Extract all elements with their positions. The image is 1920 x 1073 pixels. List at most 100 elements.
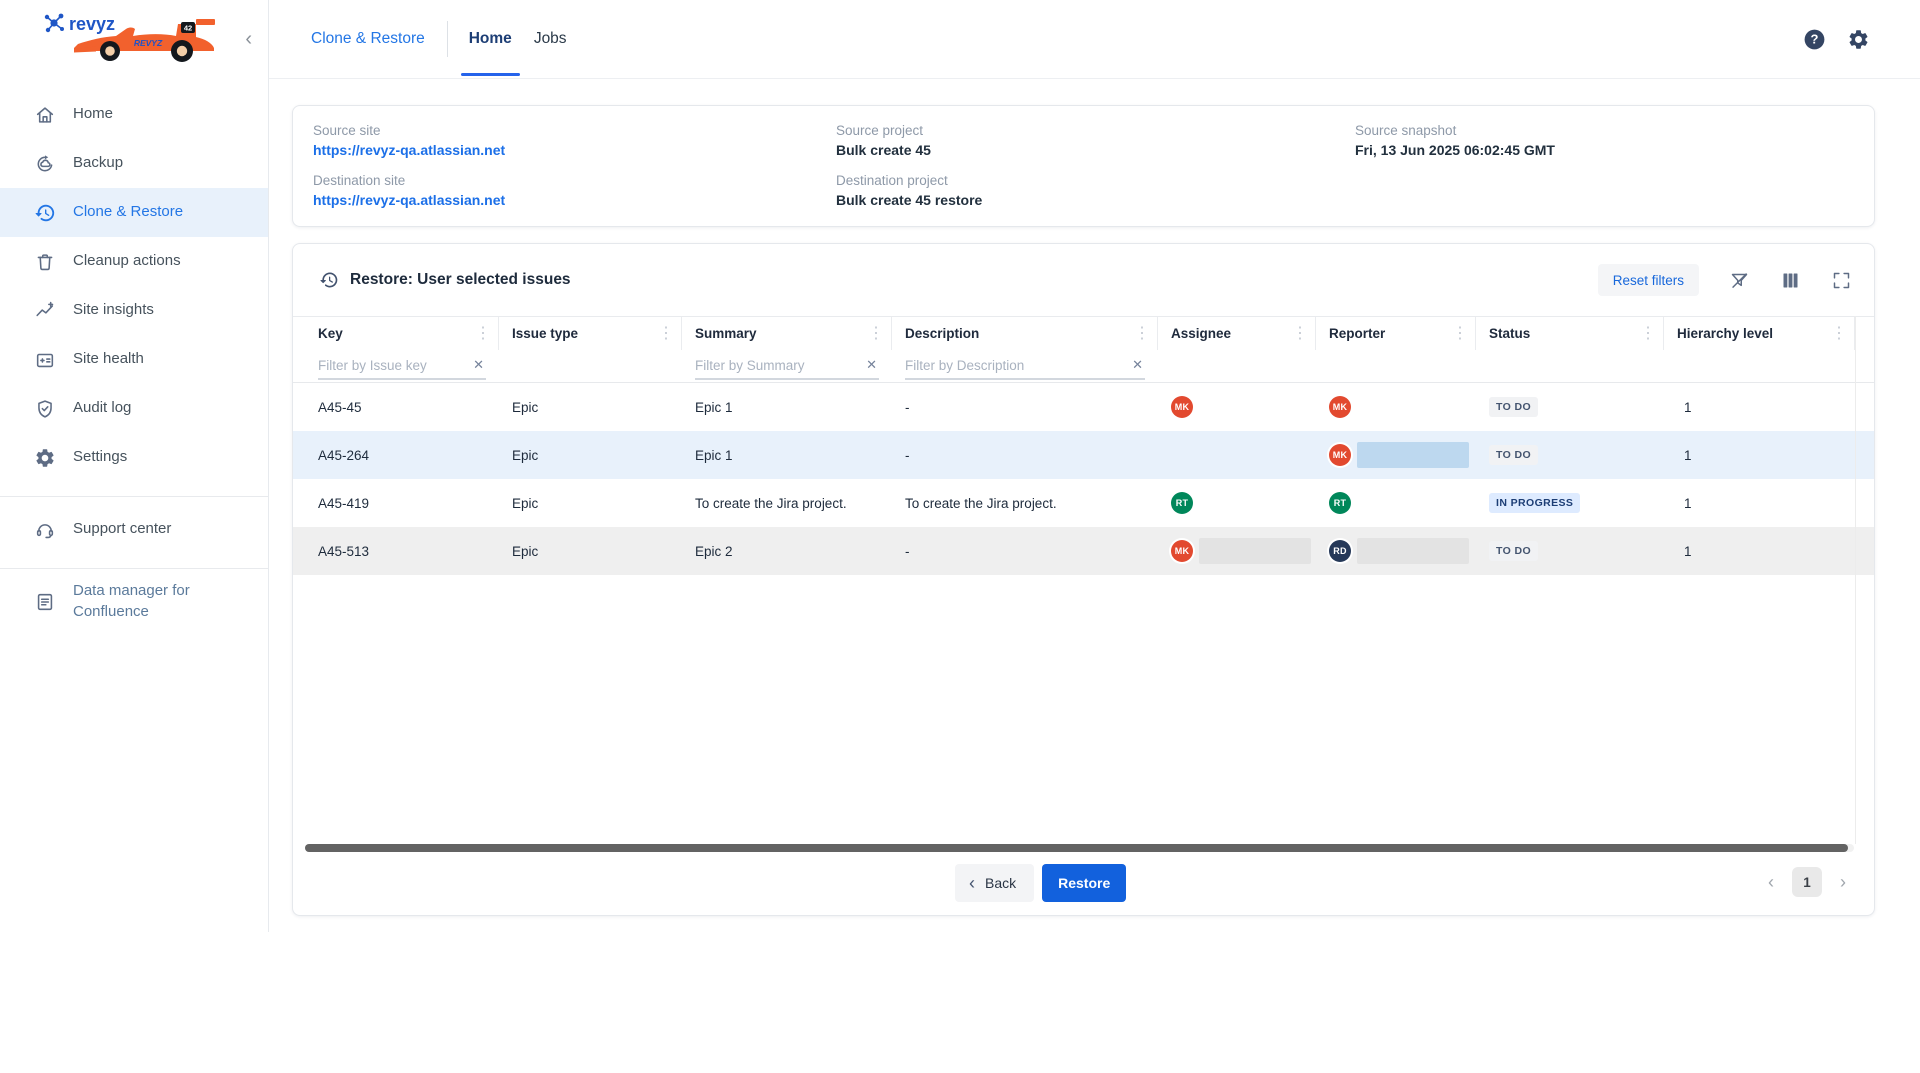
- field-label: Source site: [313, 123, 505, 138]
- page-number[interactable]: 1: [1792, 867, 1822, 897]
- table-card-header: Restore: User selected issues Reset filt…: [293, 244, 1874, 316]
- column-header-summary[interactable]: Summary ⋮: [682, 317, 892, 350]
- tab-jobs[interactable]: Jobs: [523, 0, 578, 78]
- column-header-description[interactable]: Description ⋮: [892, 317, 1158, 350]
- sidebar-item-label: Site health: [73, 349, 144, 369]
- filter-off-icon[interactable]: [1729, 270, 1750, 291]
- column-menu-icon[interactable]: ⋮: [865, 326, 887, 342]
- sidebar-item-site-health[interactable]: Site health: [0, 335, 268, 384]
- molecule-icon: [45, 14, 64, 33]
- cell-reporter: MK: [1316, 396, 1476, 418]
- column-menu-icon[interactable]: ⋮: [1131, 326, 1153, 342]
- cell-reporter: RT: [1316, 492, 1476, 514]
- sidebar-item-support-center[interactable]: Support center: [0, 505, 268, 554]
- gear-icon[interactable]: [1847, 28, 1870, 51]
- column-header-status[interactable]: Status⋮: [1476, 317, 1664, 350]
- table-row[interactable]: A45-264EpicEpic 1-MKTO DO1: [293, 431, 1874, 479]
- table-row[interactable]: A45-513EpicEpic 2-MKRDTO DO1: [293, 527, 1874, 575]
- history-icon: [319, 270, 339, 290]
- topbar: Clone & Restore HomeJobs ?: [270, 0, 1920, 78]
- cell-key: A45-264: [305, 448, 499, 463]
- column-label: Issue type: [512, 326, 578, 341]
- column-label: Summary: [695, 326, 757, 341]
- cell-summary: Epic 1: [682, 448, 892, 463]
- sidebar-item-audit-log[interactable]: Audit log: [0, 384, 268, 433]
- field-label: Source snapshot: [1355, 123, 1555, 138]
- help-circle-icon[interactable]: ?: [1802, 27, 1827, 52]
- table-row[interactable]: A45-419EpicTo create the Jira project.To…: [293, 479, 1874, 527]
- filter-input-description[interactable]: [905, 358, 1130, 373]
- sidebar-item-label: Cleanup actions: [73, 251, 181, 271]
- prev-page-icon[interactable]: ‹: [1768, 873, 1774, 891]
- column-menu-icon[interactable]: ⋮: [1449, 326, 1471, 342]
- cell-description: -: [892, 400, 1158, 415]
- table-header-row: Key⋮Issue type⋮Summary⋮Description⋮Assig…: [293, 316, 1874, 350]
- filter-input-key[interactable]: [318, 358, 471, 373]
- column-header-key[interactable]: Key ⋮: [305, 317, 499, 350]
- column-header-assignee[interactable]: Assignee⋮: [1158, 317, 1316, 350]
- column-menu-icon[interactable]: ⋮: [1637, 326, 1659, 342]
- back-button-label: Back: [985, 875, 1016, 891]
- backup-icon: [34, 153, 56, 175]
- snapshot-info-panel: Source site https://revyz-qa.atlassian.ne…: [292, 105, 1875, 227]
- status-badge: IN PROGRESS: [1489, 493, 1580, 513]
- restore-table-card: Restore: User selected issues Reset filt…: [292, 243, 1875, 916]
- sidebar-item-backup[interactable]: Backup: [0, 139, 268, 188]
- hierarchy-value: 1: [1677, 400, 1692, 415]
- home-icon: [34, 104, 56, 126]
- hierarchy-value: 1: [1677, 496, 1692, 511]
- revyz-logo[interactable]: revyz 42 REVYZ: [42, 10, 238, 70]
- filter-cell-summary: ✕: [682, 353, 892, 380]
- filter-cell-key: ✕: [305, 353, 499, 380]
- column-label: Key: [318, 326, 343, 341]
- table-row[interactable]: A45-45EpicEpic 1-MKMKTO DO1: [293, 383, 1874, 431]
- document-icon: [34, 591, 56, 613]
- clear-filter-icon[interactable]: ✕: [1130, 357, 1145, 373]
- tab-home[interactable]: Home: [458, 0, 523, 78]
- sidebar-item-data-manager-for-confluence[interactable]: Data manager for Confluence: [0, 577, 268, 626]
- avatar-mk: MK: [1329, 444, 1351, 466]
- sidebar: revyz 42 REVYZ ‹ HomeBackupClone & Resto…: [0, 0, 269, 932]
- column-label: Description: [905, 326, 979, 341]
- reset-filters-button[interactable]: Reset filters: [1598, 264, 1699, 296]
- table-title: Restore: User selected issues: [350, 271, 571, 289]
- field-value-link[interactable]: https://revyz-qa.atlassian.net: [313, 142, 505, 158]
- column-menu-icon[interactable]: ⋮: [1289, 326, 1311, 342]
- next-page-icon[interactable]: ›: [1840, 873, 1846, 891]
- back-button[interactable]: ‹ Back: [955, 864, 1034, 902]
- clear-filter-icon[interactable]: ✕: [471, 357, 486, 373]
- filter-input-summary[interactable]: [695, 358, 864, 373]
- cell-key: A45-45: [305, 400, 499, 415]
- sidebar-item-settings[interactable]: Settings: [0, 433, 268, 482]
- column-menu-icon[interactable]: ⋮: [655, 326, 677, 342]
- field-value-link[interactable]: https://revyz-qa.atlassian.net: [313, 192, 505, 208]
- info-column: Source snapshot Fri, 13 Jun 2025 06:02:45…: [1355, 123, 1555, 173]
- sidebar-item-clone-restore[interactable]: Clone & Restore: [0, 188, 268, 237]
- sidebar-item-site-insights[interactable]: Site insights: [0, 286, 268, 335]
- clear-filter-icon[interactable]: ✕: [864, 357, 879, 373]
- filter-box-description: ✕: [905, 353, 1145, 380]
- sidebar-item-label: Support center: [73, 519, 171, 539]
- table-footer: ‹ Back Restore ‹ 1 ›: [293, 849, 1874, 915]
- field-value: Fri, 13 Jun 2025 06:02:45 GMT: [1355, 142, 1555, 158]
- settings-icon: [34, 447, 56, 469]
- columns-icon[interactable]: [1780, 270, 1801, 291]
- chevron-left-icon: ‹: [969, 874, 975, 892]
- sidebar-item-cleanup-actions[interactable]: Cleanup actions: [0, 237, 268, 286]
- fullscreen-icon[interactable]: [1831, 270, 1852, 291]
- sidebar-collapse-button[interactable]: ‹: [245, 29, 252, 49]
- column-menu-icon[interactable]: ⋮: [472, 326, 494, 342]
- column-header-hierarchy-level[interactable]: Hierarchy level⋮: [1664, 317, 1855, 350]
- field-value: Bulk create 45: [836, 142, 982, 158]
- cell-issue-type: Epic: [499, 400, 682, 415]
- column-header-issue-type[interactable]: Issue type ⋮: [499, 317, 682, 350]
- sidebar-group: Support center: [0, 496, 268, 554]
- field-label: Destination project: [836, 173, 982, 188]
- column-menu-icon[interactable]: ⋮: [1828, 326, 1850, 342]
- column-header-reporter[interactable]: Reporter⋮: [1316, 317, 1476, 350]
- restore-button[interactable]: Restore: [1042, 864, 1126, 902]
- tabs: HomeJobs: [458, 0, 578, 78]
- cell-summary: Epic 2: [682, 544, 892, 559]
- table-filter-row: ✕ ✕ ✕: [293, 350, 1874, 383]
- sidebar-item-home[interactable]: Home: [0, 90, 268, 139]
